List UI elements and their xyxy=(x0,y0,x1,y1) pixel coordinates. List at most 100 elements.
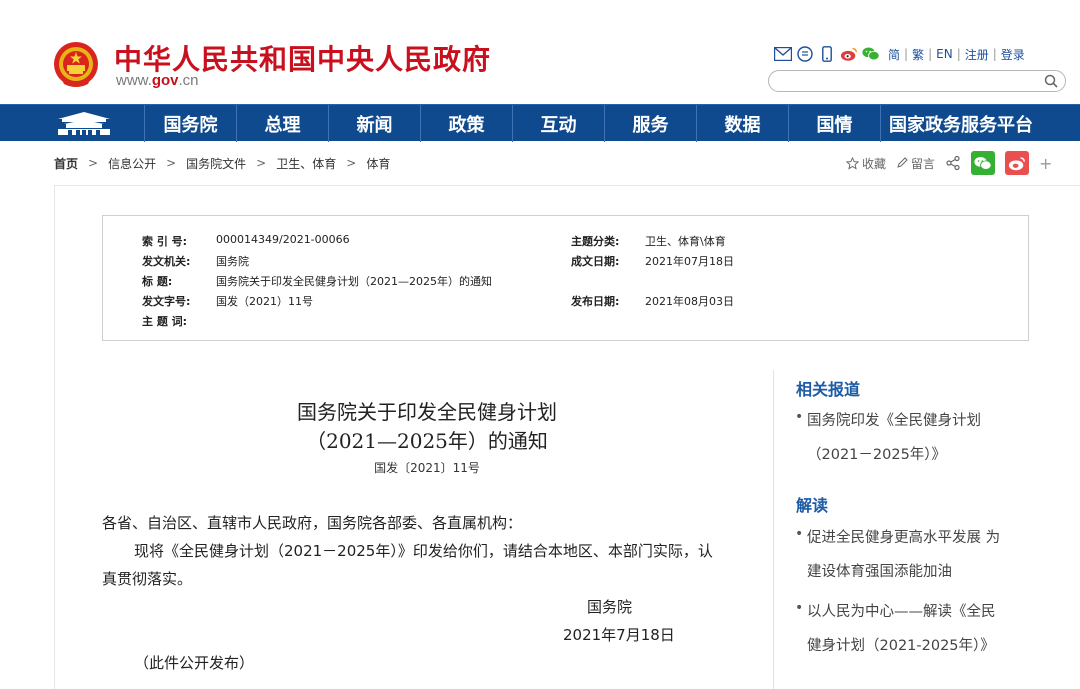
favorite-label: 收藏 xyxy=(862,156,887,171)
info-keywords: 主 题 词: xyxy=(142,313,216,329)
info-value: 国发（2021）11号 xyxy=(216,295,313,308)
info-label: 发文字号: xyxy=(142,295,191,308)
sidebar-divider xyxy=(773,370,774,689)
nav-item-news[interactable]: 新闻 xyxy=(328,105,420,142)
nav-item-premier[interactable]: 总理 xyxy=(236,105,328,142)
comment-button[interactable]: 留言 xyxy=(896,155,935,172)
nav-item-data[interactable]: 数据 xyxy=(696,105,788,142)
separator: | xyxy=(956,47,961,61)
info-label: 发文机关: xyxy=(142,255,191,268)
nav-item-interaction[interactable]: 互动 xyxy=(512,105,604,142)
tiananmen-icon[interactable] xyxy=(54,109,114,137)
article-sign-date: 2021年7月18日 xyxy=(563,626,675,644)
wechat-icon[interactable] xyxy=(862,45,880,63)
info-doc-no: 发文字号: 国发（2021）11号 xyxy=(142,293,313,309)
separator: | xyxy=(928,47,933,61)
breadcrumb: 首页 > 信息公开 > 国务院文件 > 卫生、体育 > 体育 xyxy=(54,154,390,172)
weibo-icon[interactable] xyxy=(840,45,858,63)
article-title-line2: （2021—2025年）的通知 xyxy=(306,429,548,453)
info-topic: 主题分类: 卫生、体育\体育 xyxy=(571,233,726,249)
breadcrumb-separator: > xyxy=(346,156,357,170)
info-value: 国务院 xyxy=(216,255,249,268)
more-share-icon[interactable]: + xyxy=(1039,154,1052,173)
interpretation-heading: 解读 xyxy=(796,496,829,515)
register-link[interactable]: 注册 xyxy=(965,46,989,63)
weibo-icon xyxy=(1008,156,1025,170)
info-value: 2021年08月03日 xyxy=(645,295,734,308)
favorite-button[interactable]: 收藏 xyxy=(846,155,886,172)
share-weibo-button[interactable] xyxy=(1005,151,1030,175)
article-footnote: （此件公开发布） xyxy=(134,654,255,672)
info-label: 标 题: xyxy=(142,275,173,288)
article-doc-number: 国发〔2021〕11号 xyxy=(374,461,480,475)
national-emblem-icon[interactable] xyxy=(52,40,100,90)
search-input[interactable] xyxy=(779,72,1039,92)
site-url-suffix: .cn xyxy=(178,72,199,89)
breadcrumb-home[interactable]: 首页 xyxy=(54,155,78,172)
interpretation-line2: 建设体育强国添能加油 xyxy=(807,564,952,580)
interpretation-line1: 促进全民健身更高水平发展 为 xyxy=(807,530,1001,546)
info-index-no: 索 引 号: 000014349/2021-00066 xyxy=(142,233,350,249)
article-salutation: 各省、自治区、直辖市人民政府，国务院各部委、各直属机构： xyxy=(102,514,523,532)
english-link[interactable]: EN xyxy=(936,47,953,61)
info-label: 索 引 号: xyxy=(142,235,188,248)
info-label: 主 题 词: xyxy=(142,315,188,328)
share-icon xyxy=(946,155,960,171)
main-nav: 国务院 总理 新闻 政策 互动 服务 数据 国情 国家政务服务平台 xyxy=(0,104,1080,142)
message-icon[interactable] xyxy=(796,45,814,63)
share-button[interactable] xyxy=(945,155,961,171)
nav-item-state-council[interactable]: 国务院 xyxy=(144,105,236,142)
bullet-icon: • xyxy=(795,526,804,542)
search-icon[interactable] xyxy=(1043,73,1059,89)
mobile-icon[interactable] xyxy=(818,45,836,63)
nav-item-gov-service-platform[interactable]: 国家政务服务平台 xyxy=(880,105,1060,142)
site-url[interactable]: www.gov.cn xyxy=(116,72,199,89)
site-header: 中华人民共和国中央人民政府 www.gov.cn 简 | 繁 | EN | 注册… xyxy=(0,0,1080,104)
breadcrumb-separator: > xyxy=(88,156,99,170)
info-value: 000014349/2021-00066 xyxy=(216,233,350,246)
breadcrumb-info-disclosure[interactable]: 信息公开 xyxy=(108,155,156,172)
breadcrumb-sports[interactable]: 体育 xyxy=(366,155,390,172)
page-tools: 收藏 留言 + xyxy=(846,150,1052,176)
share-wechat-button[interactable] xyxy=(971,151,996,175)
separator: | xyxy=(992,47,997,61)
bullet-icon: • xyxy=(795,600,804,616)
mail-icon[interactable] xyxy=(774,45,792,63)
article-title: 国务院关于印发全民健身计划 （2021—2025年）的通知 xyxy=(102,398,752,456)
related-report-item[interactable]: • 国务院印发《全民健身计划 （2021－2025年）》 xyxy=(795,404,981,472)
breadcrumb-separator: > xyxy=(166,156,177,170)
star-icon xyxy=(846,156,859,170)
nav-item-services[interactable]: 服务 xyxy=(604,105,696,142)
info-value: 卫生、体育\体育 xyxy=(645,235,726,248)
interpretation-line2: 健身计划（2021-2025年）》 xyxy=(807,638,995,654)
info-label: 成文日期: xyxy=(571,255,620,268)
related-report-line2: （2021－2025年）》 xyxy=(807,447,947,463)
pencil-icon xyxy=(897,157,908,168)
info-date-written: 成文日期: 2021年07月18日 xyxy=(571,253,734,269)
nav-item-policies[interactable]: 政策 xyxy=(420,105,512,142)
nav-item-national-info[interactable]: 国情 xyxy=(788,105,880,142)
simplified-link[interactable]: 简 xyxy=(888,46,900,63)
site-url-brand: gov xyxy=(151,72,179,89)
language-links: 简 | 繁 | EN | 注册 | 登录 xyxy=(888,46,1025,63)
related-reports-heading: 相关报道 xyxy=(796,380,861,399)
login-link[interactable]: 登录 xyxy=(1001,46,1025,63)
search-box xyxy=(768,70,1066,92)
interpretation-item[interactable]: • 以人民为中心——解读《全民 健身计划（2021-2025年）》 xyxy=(795,595,996,663)
article-signature: 国务院 xyxy=(587,598,633,616)
interpretation-item[interactable]: • 促进全民健身更高水平发展 为 建设体育强国添能加油 xyxy=(795,521,1001,589)
article-body-line2: 真贯彻落实。 xyxy=(102,570,193,588)
traditional-link[interactable]: 繁 xyxy=(912,46,924,63)
comment-label: 留言 xyxy=(911,156,936,171)
nav-items: 国务院 总理 新闻 政策 互动 服务 数据 国情 国家政务服务平台 xyxy=(144,105,1060,142)
info-value: 国务院关于印发全民健身计划（2021—2025年）的通知 xyxy=(216,275,492,288)
separator: | xyxy=(904,47,909,61)
site-url-prefix: www. xyxy=(116,72,152,89)
article-body-line1: 现将《全民健身计划（2021－2025年）》印发给你们，请结合本地区、本部门实际… xyxy=(134,542,713,560)
article-title-line1: 国务院关于印发全民健身计划 xyxy=(297,400,557,424)
info-label: 发布日期: xyxy=(571,295,620,308)
document-info-box: 索 引 号: 000014349/2021-00066 发文机关: 国务院 标 … xyxy=(102,215,1029,341)
breadcrumb-health-sports[interactable]: 卫生、体育 xyxy=(276,155,336,172)
info-date-published: 发布日期: 2021年08月03日 xyxy=(571,293,734,309)
breadcrumb-state-council-docs[interactable]: 国务院文件 xyxy=(186,155,246,172)
